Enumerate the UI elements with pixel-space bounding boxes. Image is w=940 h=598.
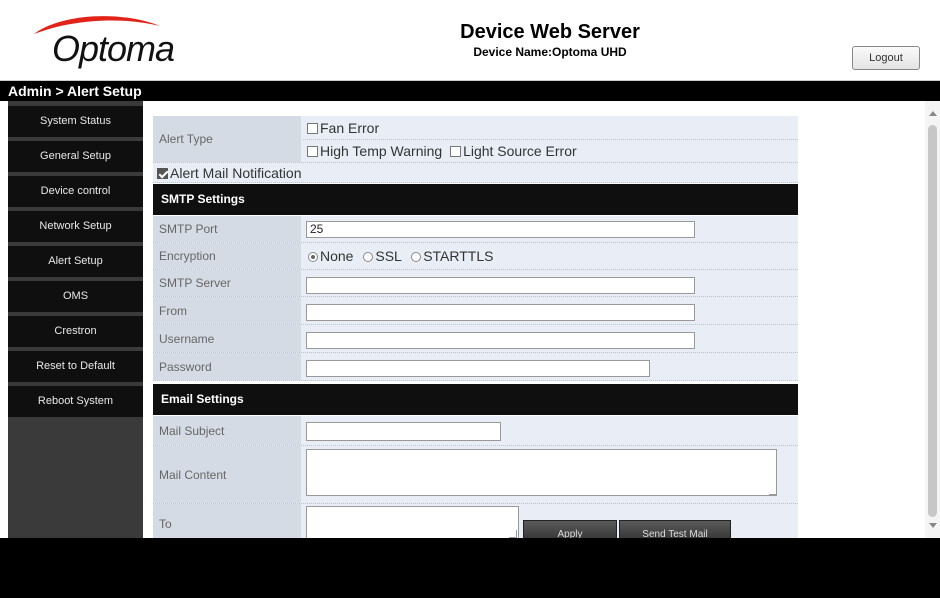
alert-mail-row: Alert Mail Notification bbox=[153, 163, 798, 183]
smtp-server-label: SMTP Server bbox=[153, 270, 301, 296]
username-label: Username bbox=[153, 325, 301, 352]
header-bar: Optoma Device Web Server Device Name:Opt… bbox=[0, 0, 940, 81]
scroll-up-arrow-icon[interactable] bbox=[929, 111, 937, 116]
scroll-down-arrow-icon[interactable] bbox=[929, 523, 937, 528]
encryption-starttls-radio[interactable] bbox=[411, 252, 422, 262]
mail-content-row: Mail Content bbox=[153, 446, 798, 504]
smtp-server-input[interactable] bbox=[306, 277, 695, 294]
smtp-port-label: SMTP Port bbox=[153, 216, 301, 242]
alert-type-row: Alert Type Fan Error High Temp Warning L… bbox=[153, 116, 798, 163]
smtp-server-row: SMTP Server bbox=[153, 270, 798, 297]
sidebar-item-general-setup[interactable]: General Setup bbox=[8, 141, 143, 172]
mail-subject-label: Mail Subject bbox=[153, 416, 301, 445]
sidebar-item-network-setup[interactable]: Network Setup bbox=[8, 211, 143, 242]
encryption-label: Encryption bbox=[153, 243, 301, 269]
light-source-checkbox[interactable] bbox=[450, 146, 462, 157]
encryption-row: Encryption None SSL STARTTLS bbox=[153, 243, 798, 270]
high-temp-label: High Temp Warning bbox=[320, 143, 443, 159]
from-label: From bbox=[153, 297, 301, 324]
page: Optoma Device Web Server Device Name:Opt… bbox=[0, 0, 940, 598]
send-test-mail-button[interactable]: Send Test Mail bbox=[619, 520, 731, 538]
sidebar-item-system-status[interactable]: System Status bbox=[8, 106, 143, 137]
to-label: To bbox=[153, 504, 301, 538]
from-row: From bbox=[153, 297, 798, 325]
alert-type-label: Alert Type bbox=[153, 116, 301, 162]
optoma-logo: Optoma bbox=[30, 12, 200, 72]
encryption-ssl-radio[interactable] bbox=[363, 252, 374, 262]
smtp-port-row: SMTP Port 25 bbox=[153, 216, 798, 243]
fan-error-label: Fan Error bbox=[320, 120, 380, 136]
sidebar: System Status General Setup Device contr… bbox=[8, 101, 143, 538]
device-name: Device Name:Optoma UHD bbox=[473, 45, 627, 59]
logout-button[interactable]: Logout bbox=[852, 46, 920, 70]
encryption-none-label: None bbox=[320, 248, 354, 264]
encryption-ssl-label: SSL bbox=[375, 248, 402, 264]
light-source-label: Light Source Error bbox=[463, 143, 577, 159]
mail-content-textarea[interactable] bbox=[306, 449, 777, 496]
sidebar-item-crestron[interactable]: Crestron bbox=[8, 316, 143, 347]
mail-subject-input[interactable] bbox=[306, 422, 501, 441]
smtp-port-input[interactable]: 25 bbox=[306, 221, 695, 238]
encryption-none-radio[interactable] bbox=[308, 252, 318, 262]
alert-setup-form: Alert Type Fan Error High Temp Warning L… bbox=[153, 111, 798, 538]
password-input[interactable] bbox=[306, 360, 650, 377]
mail-content-label: Mail Content bbox=[153, 446, 301, 503]
encryption-starttls-label: STARTTLS bbox=[423, 248, 494, 264]
page-title: Device Web Server bbox=[460, 21, 640, 43]
sidebar-item-oms[interactable]: OMS bbox=[8, 281, 143, 312]
to-resize-handle[interactable] bbox=[509, 530, 517, 538]
password-label: Password bbox=[153, 353, 301, 380]
scrollbar-thumb[interactable] bbox=[928, 125, 937, 517]
to-textarea[interactable] bbox=[306, 506, 519, 538]
alert-mail-label: Alert Mail Notification bbox=[170, 165, 302, 181]
breadcrumb: Admin > Alert Setup bbox=[0, 81, 940, 101]
email-settings-header: Email Settings bbox=[153, 384, 798, 415]
high-temp-checkbox[interactable] bbox=[307, 146, 318, 157]
header-titles: Device Web Server Device Name:Optoma UHD bbox=[420, 20, 680, 60]
mail-content-resize-handle[interactable] bbox=[769, 487, 777, 495]
smtp-settings-header: SMTP Settings bbox=[153, 184, 798, 215]
username-input[interactable] bbox=[306, 332, 695, 349]
sidebar-item-reset-to-default[interactable]: Reset to Default bbox=[8, 351, 143, 382]
mail-subject-row: Mail Subject bbox=[153, 416, 798, 446]
vertical-scrollbar[interactable] bbox=[925, 101, 940, 538]
logo-wordmark: Optoma bbox=[52, 28, 175, 69]
apply-button[interactable]: Apply bbox=[523, 520, 617, 538]
from-input[interactable] bbox=[306, 304, 695, 321]
sidebar-item-alert-setup[interactable]: Alert Setup bbox=[8, 246, 143, 277]
alert-mail-checkbox[interactable] bbox=[157, 168, 168, 179]
sidebar-item-device-control[interactable]: Device control bbox=[8, 176, 143, 207]
password-row: Password bbox=[153, 353, 798, 381]
sidebar-item-reboot-system[interactable]: Reboot System bbox=[8, 386, 143, 417]
username-row: Username bbox=[153, 325, 798, 353]
fan-error-checkbox[interactable] bbox=[307, 123, 318, 134]
